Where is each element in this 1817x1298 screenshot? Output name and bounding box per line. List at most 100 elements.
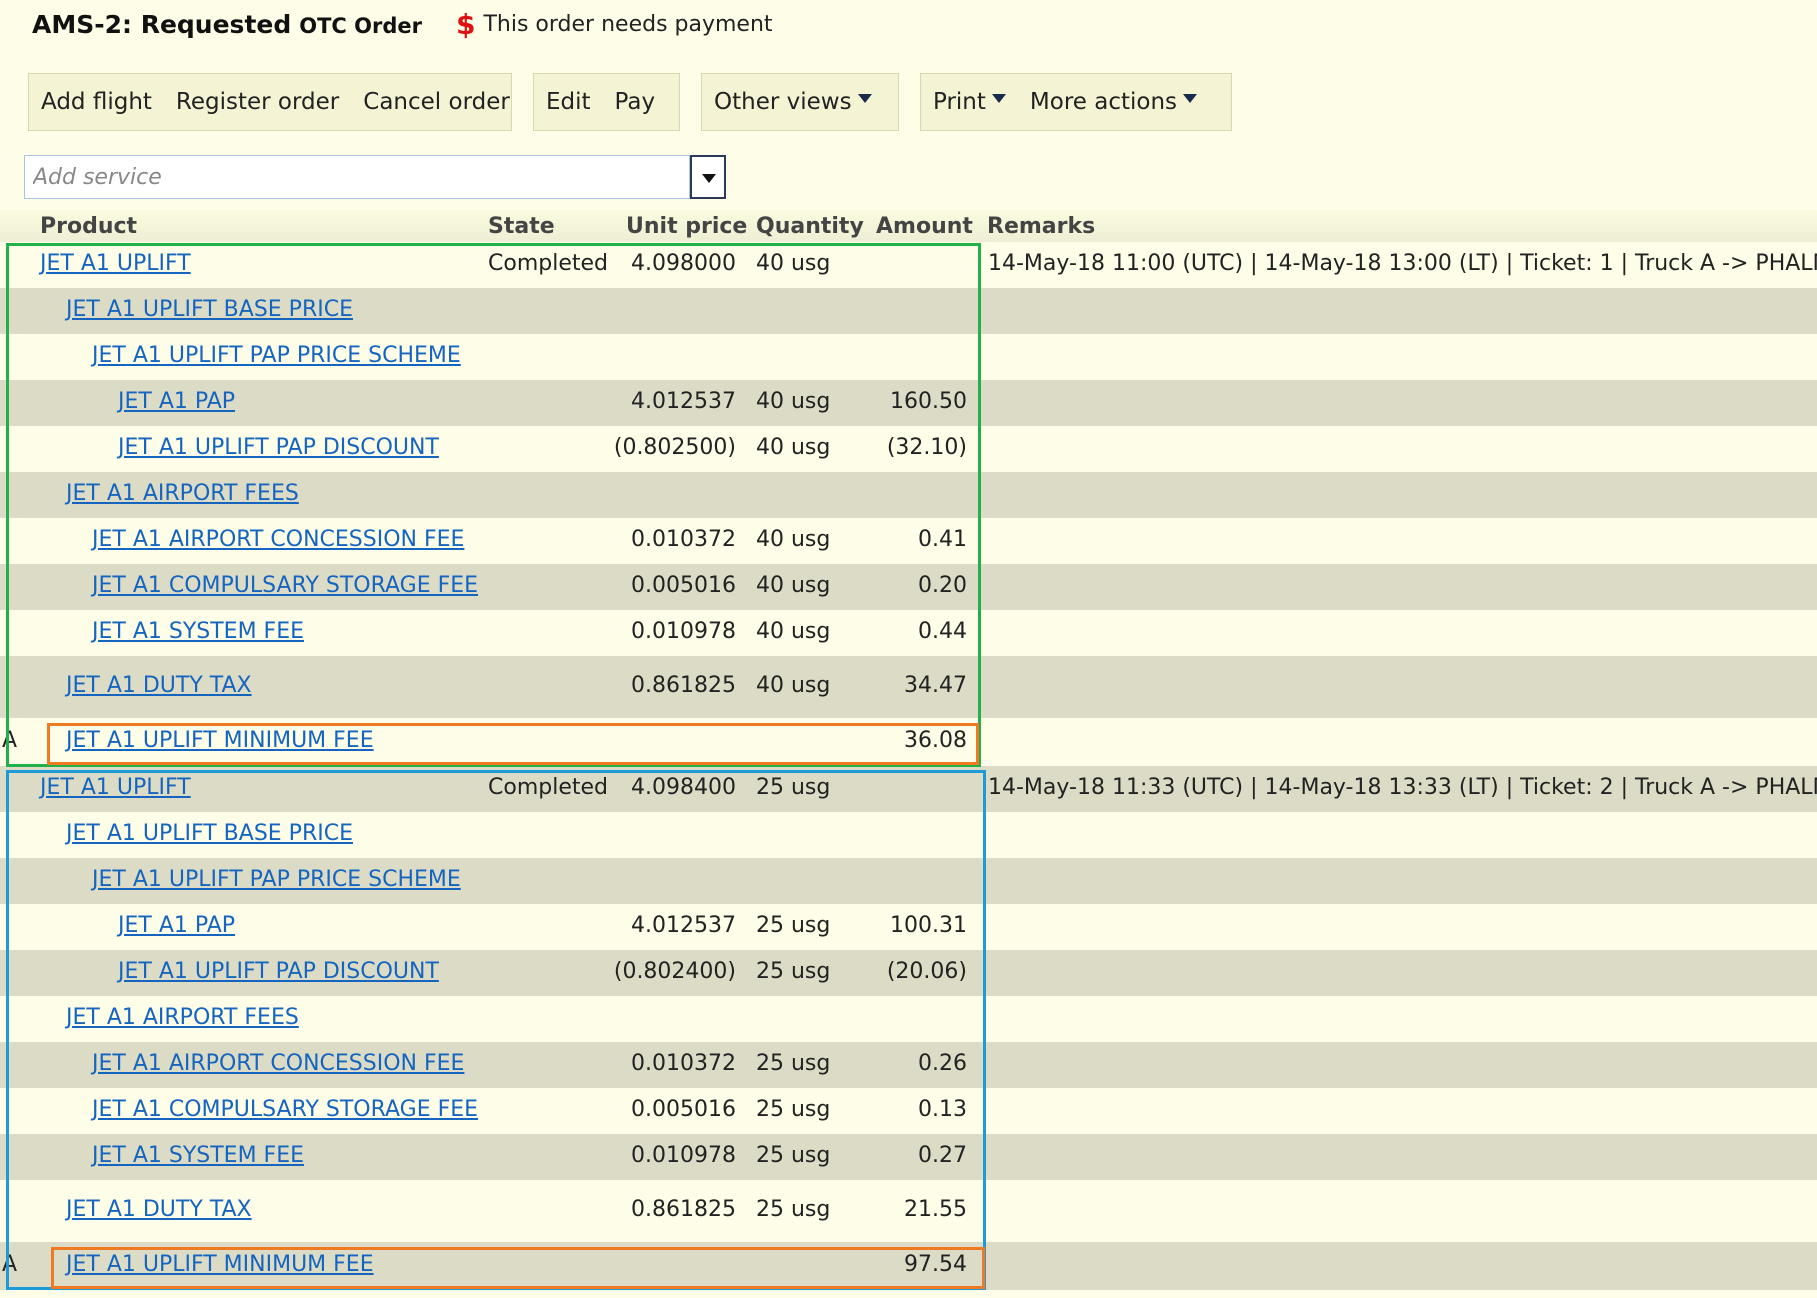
product-link[interactable]: JET A1 AIRPORT CONCESSION FEE (92, 527, 464, 552)
toolbar-group-flight: Add flight Register order Cancel order (28, 73, 512, 131)
table-row: JET A1 UPLIFT PAP DISCOUNT (0.802400) 25 u… (0, 950, 1817, 996)
more-actions-dropdown[interactable]: More actions (1030, 89, 1198, 115)
remarks-cell: 14-May-18 11:00 (UTC) | 14-May-18 13:00 … (988, 251, 1817, 276)
toolbar-group-print: Print More actions (920, 73, 1232, 131)
product-link[interactable]: JET A1 SYSTEM FEE (92, 1143, 304, 1168)
table-row: JET A1 PAP 4.012537 25 usg 100.31 (0, 904, 1817, 950)
table-row: JET A1 DUTY TAX 0.861825 40 usg 34.47 (0, 656, 1817, 718)
amount-cell: 0.27 (918, 1143, 967, 1168)
amount-cell: 97.54 (904, 1252, 967, 1277)
product-link[interactable]: JET A1 PAP (118, 389, 235, 414)
quantity-cell: 25 usg (756, 1097, 831, 1122)
unit-price-cell: 0.005016 (631, 1097, 736, 1122)
page-subtitle: OTC Order (299, 14, 422, 38)
amount-cell: 0.44 (918, 619, 967, 644)
cancel-order-button[interactable]: Cancel order (363, 89, 510, 115)
product-link[interactable]: JET A1 UPLIFT MINIMUM FEE (66, 1252, 374, 1277)
page-header: AMS-2: Requested OTC Order (32, 10, 422, 44)
unit-price-cell: 0.010978 (631, 1143, 736, 1168)
product-link[interactable]: JET A1 AIRPORT CONCESSION FEE (92, 1051, 464, 1076)
chevron-down-icon (857, 94, 872, 103)
add-service-combo (24, 155, 726, 199)
add-flight-button[interactable]: Add flight (41, 89, 152, 115)
column-header-quantity[interactable]: Quantity (756, 214, 864, 239)
print-dropdown[interactable]: Print (933, 89, 1006, 115)
table-row: JET A1 UPLIFT PAP PRICE SCHEME (0, 858, 1817, 904)
product-link[interactable]: JET A1 COMPULSARY STORAGE FEE (92, 573, 478, 598)
column-header-remarks[interactable]: Remarks (987, 214, 1095, 239)
product-link[interactable]: JET A1 COMPULSARY STORAGE FEE (92, 1097, 478, 1122)
table-row: JET A1 UPLIFT Completed 4.098000 40 usg 14-M… (0, 242, 1817, 288)
table-row: JET A1 AIRPORT FEES (0, 472, 1817, 518)
add-service-dropdown-button[interactable] (690, 155, 726, 199)
state-cell: Completed (488, 775, 608, 800)
unit-price-cell: 4.098000 (631, 251, 736, 276)
chevron-down-icon (1183, 94, 1198, 103)
product-link[interactable]: JET A1 PAP (118, 913, 235, 938)
edit-button[interactable]: Edit (546, 89, 591, 115)
chevron-down-icon (702, 174, 716, 183)
dollar-icon: $ (456, 8, 476, 41)
row-marker: A (2, 728, 18, 753)
amount-cell: 34.47 (904, 673, 967, 698)
product-link[interactable]: JET A1 UPLIFT (40, 251, 191, 276)
quantity-cell: 40 usg (756, 527, 831, 552)
product-link[interactable]: JET A1 UPLIFT PAP DISCOUNT (118, 959, 439, 984)
column-header-unit-price[interactable]: Unit price (626, 214, 747, 239)
amount-cell: 100.31 (890, 913, 967, 938)
amount-cell: 0.20 (918, 573, 967, 598)
product-link[interactable]: JET A1 UPLIFT PAP DISCOUNT (118, 435, 439, 460)
product-link[interactable]: JET A1 UPLIFT PAP PRICE SCHEME (92, 867, 461, 892)
product-link[interactable]: JET A1 DUTY TAX (66, 673, 252, 698)
add-service-input[interactable] (24, 155, 690, 199)
table-row: JET A1 SYSTEM FEE 0.010978 40 usg 0.44 (0, 610, 1817, 656)
quantity-cell: 40 usg (756, 251, 831, 276)
state-cell: Completed (488, 251, 608, 276)
product-link[interactable]: JET A1 UPLIFT MINIMUM FEE (66, 728, 374, 753)
amount-cell: 0.41 (918, 527, 967, 552)
amount-cell: 36.08 (904, 728, 967, 753)
column-header-amount[interactable]: Amount (876, 214, 973, 239)
product-link[interactable]: JET A1 UPLIFT (40, 775, 191, 800)
table-row: JET A1 COMPULSARY STORAGE FEE 0.005016 40 … (0, 564, 1817, 610)
column-header-state[interactable]: State (488, 214, 555, 239)
payment-notice-text: This order needs payment (483, 12, 773, 37)
unit-price-cell: 0.010372 (631, 527, 736, 552)
toolbar-group-views: Other views (701, 73, 899, 131)
product-link[interactable]: JET A1 AIRPORT FEES (66, 1005, 299, 1030)
other-views-dropdown[interactable]: Other views (714, 89, 872, 115)
unit-price-cell: 0.005016 (631, 573, 736, 598)
table-row: JET A1 DUTY TAX 0.861825 25 usg 21.55 (0, 1180, 1817, 1242)
table-row: JET A1 COMPULSARY STORAGE FEE 0.005016 25 … (0, 1088, 1817, 1134)
payment-notice: $ This order needs payment (456, 8, 773, 41)
table-row: JET A1 PAP 4.012537 40 usg 160.50 (0, 380, 1817, 426)
quantity-cell: 40 usg (756, 389, 831, 414)
unit-price-cell: (0.802400) (613, 959, 736, 984)
product-link[interactable]: JET A1 AIRPORT FEES (66, 481, 299, 506)
product-link[interactable]: JET A1 UPLIFT BASE PRICE (66, 821, 353, 846)
product-link[interactable]: JET A1 UPLIFT BASE PRICE (66, 297, 353, 322)
product-link[interactable]: JET A1 UPLIFT PAP PRICE SCHEME (92, 343, 461, 368)
product-link[interactable]: JET A1 SYSTEM FEE (92, 619, 304, 644)
pay-button[interactable]: Pay (615, 89, 656, 115)
product-link[interactable]: JET A1 DUTY TAX (66, 1197, 252, 1222)
unit-price-cell: 0.010978 (631, 619, 736, 644)
column-header-product[interactable]: Product (40, 214, 137, 239)
amount-cell: 21.55 (904, 1197, 967, 1222)
page-title: AMS-2: Requested (32, 10, 292, 39)
table-header: Product State Unit price Quantity Amount… (0, 210, 1817, 242)
table-row: JET A1 UPLIFT Completed 4.098400 25 usg 14-M… (0, 766, 1817, 812)
row-marker: A (2, 1252, 18, 1277)
unit-price-cell: 4.012537 (631, 389, 736, 414)
quantity-cell: 40 usg (756, 573, 831, 598)
register-order-button[interactable]: Register order (176, 89, 339, 115)
quantity-cell: 40 usg (756, 673, 831, 698)
table-row: JET A1 AIRPORT CONCESSION FEE 0.010372 40 … (0, 518, 1817, 564)
remarks-cell: 14-May-18 11:33 (UTC) | 14-May-18 13:33 … (988, 775, 1817, 800)
amount-cell: (20.06) (886, 959, 967, 984)
amount-cell: 0.13 (918, 1097, 967, 1122)
table-row: JET A1 UPLIFT BASE PRICE (0, 812, 1817, 858)
toolbar-group-edit: Edit Pay (533, 73, 680, 131)
quantity-cell: 40 usg (756, 435, 831, 460)
table-row: A JET A1 UPLIFT MINIMUM FEE 36.08 (0, 718, 1817, 766)
